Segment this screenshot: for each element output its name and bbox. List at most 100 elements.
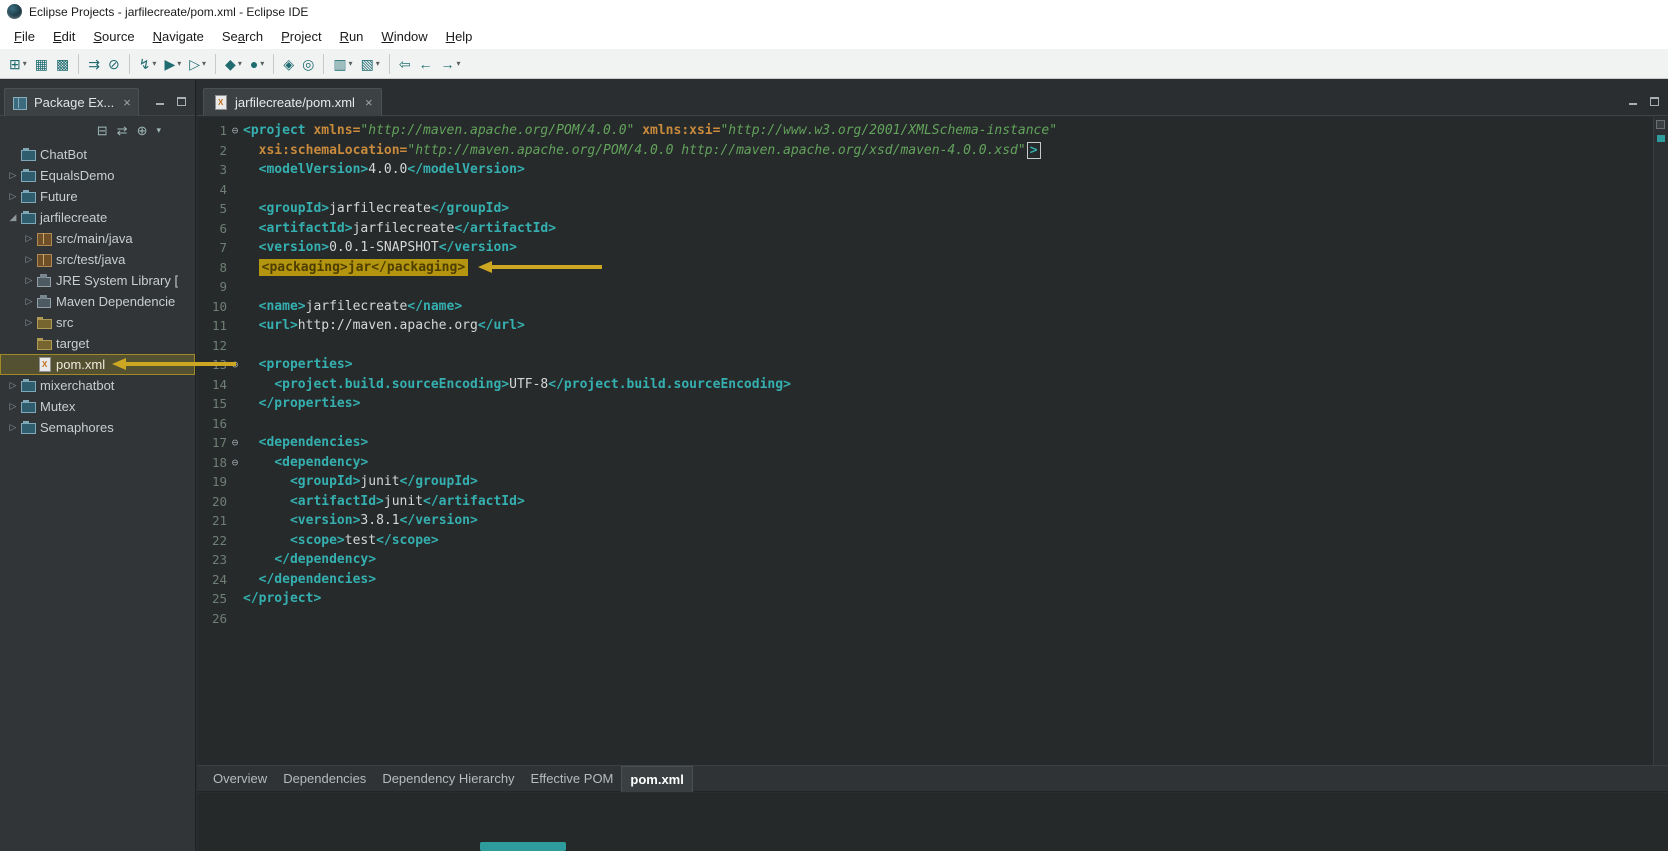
chevron-down-icon[interactable]: ▾ xyxy=(260,59,264,68)
editor-bottom-tab-pom-xml[interactable]: pom.xml xyxy=(621,765,693,792)
forward-button[interactable]: → ▾ xyxy=(437,52,465,76)
new-java-project-button[interactable]: ◆ ▾ xyxy=(221,52,246,76)
tree-item-semaphores[interactable]: ▷ Semaphores xyxy=(0,417,195,438)
chevron-collapsed-icon[interactable]: ▷ xyxy=(6,401,20,412)
minimize-editor-icon[interactable] xyxy=(1628,96,1639,107)
ruler-toggle-icon[interactable] xyxy=(1656,120,1665,129)
chevron-down-icon[interactable]: ▾ xyxy=(349,59,353,68)
annotations-button[interactable]: ▧ ▾ xyxy=(357,52,384,76)
tree-item-mixerchatbot[interactable]: ▷ mixerchatbot xyxy=(0,375,195,396)
skip-breakpoints-button[interactable]: ⊘ xyxy=(104,52,124,76)
new-java-class-button[interactable]: ● ▾ xyxy=(246,52,268,76)
tree-item-future[interactable]: ▷ Future xyxy=(0,186,195,207)
build-all-icon: ⇉ xyxy=(88,55,100,72)
arrow-head xyxy=(112,358,126,370)
menu-navigate[interactable]: Navigate xyxy=(144,25,213,48)
overview-ruler[interactable] xyxy=(1653,117,1668,765)
editor-body: 1 ⊖ <project xmlns="http://maven.apache.or… xyxy=(197,117,1668,765)
run-button[interactable]: ▶ ▾ xyxy=(160,52,185,76)
tree-item-target[interactable]: target xyxy=(0,333,195,354)
tree-item-src-main-java[interactable]: ▷ src/main/java xyxy=(0,228,195,249)
menu-window[interactable]: Window xyxy=(372,25,436,48)
chevron-down-icon[interactable]: ▾ xyxy=(457,59,461,68)
chevron-down-icon[interactable]: ▾ xyxy=(152,59,156,68)
chevron-collapsed-icon[interactable]: ▷ xyxy=(6,170,20,181)
tree-item-label: pom.xml xyxy=(56,357,106,372)
package-explorer-tab[interactable]: Package Ex... × xyxy=(4,88,139,116)
menu-file[interactable]: File xyxy=(5,25,44,48)
chevron-collapsed-icon[interactable]: ▷ xyxy=(22,275,36,286)
tree-item-src[interactable]: ▷ src xyxy=(0,312,195,333)
tree-item-src-test-java[interactable]: ▷ src/test/java xyxy=(0,249,195,270)
tree-item-chatbot[interactable]: ChatBot xyxy=(0,144,195,165)
project-icon xyxy=(20,189,37,204)
close-icon[interactable]: × xyxy=(123,96,131,109)
menu-search[interactable]: Search xyxy=(213,25,272,48)
project-tree[interactable]: ChatBot ▷ EqualsDemo ▷ Future ◢ jarfilecreate ▷… xyxy=(0,144,195,851)
chevron-collapsed-icon[interactable]: ▷ xyxy=(22,233,36,244)
ruler-annotation-mark[interactable] xyxy=(1657,135,1665,142)
link-with-editor-icon[interactable]: ⇄ xyxy=(117,124,128,137)
fold-toggle-icon[interactable]: ⊖ xyxy=(227,453,243,473)
chevron-collapsed-icon[interactable]: ▷ xyxy=(6,422,20,433)
code-text: <groupId>jarfilecreate</groupId> xyxy=(243,199,509,219)
close-icon[interactable]: × xyxy=(365,96,373,109)
run-external-tools-button[interactable]: ▷ ▾ xyxy=(185,52,210,76)
collapse-all-icon[interactable]: ⊟ xyxy=(97,124,108,137)
chevron-down-icon[interactable]: ▾ xyxy=(238,59,242,68)
chevron-expanded-icon[interactable]: ◢ xyxy=(6,212,20,223)
build-all-button[interactable]: ⇉ xyxy=(84,52,104,76)
chevron-collapsed-icon[interactable]: ▷ xyxy=(22,317,36,328)
back-button[interactable]: ← xyxy=(415,52,437,76)
line-number: 10 xyxy=(211,298,227,314)
editor-bottom-tab-dependency-hierarchy[interactable]: Dependency Hierarchy xyxy=(374,766,522,791)
fold-toggle-icon[interactable]: ⊖ xyxy=(227,121,243,141)
tree-item-equalsdemo[interactable]: ▷ EqualsDemo xyxy=(0,165,195,186)
tree-item-maven-dependencie[interactable]: ▷ Maven Dependencie xyxy=(0,291,195,312)
tree-item-label: EqualsDemo xyxy=(40,168,115,183)
menu-edit[interactable]: Edit xyxy=(44,25,84,48)
editor-bottom-tab-effective-pom[interactable]: Effective POM xyxy=(523,766,622,791)
mark-occurrences-button[interactable]: ▥ ▾ xyxy=(329,52,356,76)
editor-bottom-tab-dependencies[interactable]: Dependencies xyxy=(275,766,374,791)
menu-source[interactable]: Source xyxy=(84,25,143,48)
save-button[interactable]: ▦ xyxy=(31,52,52,76)
tree-item-label: jarfilecreate xyxy=(40,210,108,225)
chevron-down-icon[interactable]: ▾ xyxy=(376,59,380,68)
editor-tab-pom-xml[interactable]: jarfilecreate/pom.xml × xyxy=(203,88,382,116)
tree-item-mutex[interactable]: ▷ Mutex xyxy=(0,396,195,417)
chevron-down-icon[interactable]: ▾ xyxy=(202,59,206,68)
maximize-editor-icon[interactable] xyxy=(1649,96,1660,107)
search-button[interactable]: ◎ xyxy=(298,52,318,76)
chevron-down-icon[interactable]: ▾ xyxy=(23,59,27,68)
new-wizard-button[interactable]: ⊞ ▾ xyxy=(5,52,31,76)
menu-help[interactable]: Help xyxy=(437,25,482,48)
debug-button[interactable]: ↯ ▾ xyxy=(135,52,161,76)
tree-item-jre-system-library[interactable]: ▷ JRE System Library [ xyxy=(0,270,195,291)
mark-occurrences-icon: ▥ xyxy=(333,55,347,72)
previous-edit-button[interactable]: ⇦ xyxy=(395,52,415,76)
tree-item-jarfilecreate[interactable]: ◢ jarfilecreate xyxy=(0,207,195,228)
focus-on-active-task-icon[interactable]: ⊕ xyxy=(137,124,148,137)
code-text: </dependencies> xyxy=(243,570,376,590)
chevron-collapsed-icon[interactable]: ▷ xyxy=(22,254,36,265)
menu-run[interactable]: Run xyxy=(331,25,373,48)
menu-project[interactable]: Project xyxy=(272,25,330,48)
view-menu-icon[interactable]: ▾ xyxy=(156,125,161,136)
chevron-collapsed-icon[interactable]: ▷ xyxy=(6,380,20,391)
chevron-collapsed-icon[interactable]: ▷ xyxy=(6,191,20,202)
chevron-collapsed-icon[interactable]: ▷ xyxy=(22,296,36,307)
save-all-button[interactable]: ▩ xyxy=(52,52,73,76)
code-editor[interactable]: 1 ⊖ <project xmlns="http://maven.apache.or… xyxy=(197,121,1653,765)
fold-toggle-icon[interactable]: ⊖ xyxy=(227,433,243,453)
editor-bottom-tab-overview[interactable]: Overview xyxy=(205,766,275,791)
code-token: </properties> xyxy=(258,396,361,411)
code-line: 25 </project> xyxy=(197,589,1653,609)
code-text: <artifactId>jarfilecreate</artifactId> xyxy=(243,219,556,239)
line-number: 7 xyxy=(219,240,227,255)
maximize-view-icon[interactable] xyxy=(176,96,187,107)
open-type-button[interactable]: ◈ xyxy=(279,52,298,76)
chevron-down-icon[interactable]: ▾ xyxy=(177,59,181,68)
folder-icon xyxy=(36,315,53,330)
minimize-view-icon[interactable] xyxy=(155,96,166,107)
